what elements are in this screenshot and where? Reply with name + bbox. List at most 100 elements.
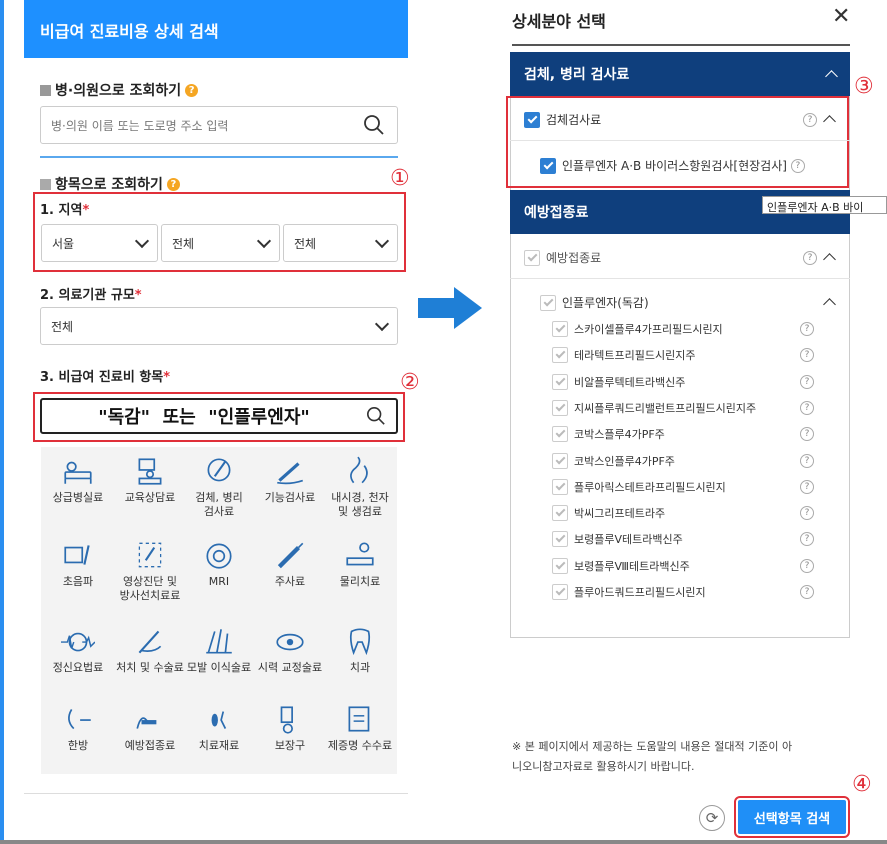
category-hair[interactable]: 모발 이식술료: [184, 625, 254, 675]
category-acupuncture[interactable]: 한방: [43, 703, 113, 753]
nonpay-search-input[interactable]: "독감" 또는 "인플루엔자": [40, 398, 398, 434]
category-tooth[interactable]: 치과: [325, 625, 395, 675]
category-surgery[interactable]: 처치 및 수술료: [115, 625, 185, 675]
close-icon[interactable]: ✕: [832, 4, 850, 29]
vaccine-item[interactable]: 보령플루V테트라백신주?: [552, 531, 814, 548]
checkbox-disabled[interactable]: [552, 531, 568, 548]
checkbox-disabled[interactable]: [552, 321, 568, 337]
bottom-border: [0, 840, 887, 844]
chevron-up-icon[interactable]: [823, 115, 836, 128]
help-icon[interactable]: ?: [803, 112, 817, 127]
checkbox-disabled[interactable]: [524, 249, 540, 266]
tree-item-specimen-test[interactable]: 검체검사료 ?: [524, 111, 840, 128]
help-icon[interactable]: ?: [800, 400, 814, 415]
hospital-search-input[interactable]: 병·의원 이름 또는 도로명 주소 입력: [40, 106, 398, 144]
tree-subitem-influenza-antigen[interactable]: 인플루엔자 A·B 바이러스항원검사[현장검사] ?: [540, 157, 820, 174]
checkbox-disabled[interactable]: [540, 294, 556, 311]
checkbox-checked[interactable]: [540, 157, 556, 174]
category-function-test[interactable]: 기능검사료: [255, 455, 325, 505]
surgery-icon: [138, 630, 162, 654]
category-vaccine[interactable]: 예방접종료: [115, 703, 185, 753]
vaccine-item[interactable]: 보령플루Ⅷ테트라백신주?: [552, 557, 814, 574]
checkbox-disabled[interactable]: [552, 452, 568, 469]
category-label: 시력 교정술료: [257, 661, 323, 674]
chevron-up-icon[interactable]: [823, 253, 836, 266]
category-endoscope[interactable]: 내시경, 천자 및 생검료: [325, 455, 395, 519]
help-icon[interactable]: ?: [800, 532, 814, 547]
group-header-specimen[interactable]: 검체, 병리 검사료: [510, 52, 850, 96]
category-imaging[interactable]: 영상진단 및 방사선치료료: [115, 539, 185, 603]
category-syringe[interactable]: 주사료: [255, 539, 325, 589]
help-icon[interactable]: ?: [800, 322, 814, 336]
checkbox-disabled[interactable]: [552, 399, 568, 416]
checkbox-disabled[interactable]: [552, 347, 568, 364]
help-icon[interactable]: ?: [790, 158, 805, 173]
tree-item-vaccination[interactable]: 예방접종료 ?: [524, 249, 840, 266]
help-icon[interactable]: ?: [800, 374, 814, 389]
marker-1: ①: [390, 166, 410, 191]
check-icon: [555, 375, 565, 386]
help-icon[interactable]: ?: [800, 506, 814, 521]
category-certificate[interactable]: 제증명 수수료: [325, 703, 395, 753]
help-icon[interactable]: ?: [800, 453, 814, 468]
check-icon: [555, 559, 565, 570]
category-ultrasound[interactable]: 초음파: [43, 539, 113, 589]
endoscope-icon: [350, 456, 368, 484]
help-icon[interactable]: ?: [800, 479, 814, 494]
vaccine-item[interactable]: 비알플루텍테트라백신주?: [552, 373, 814, 390]
category-label: 교육상담료: [124, 491, 176, 504]
chevron-up-icon[interactable]: [823, 298, 836, 311]
checkbox-disabled[interactable]: [552, 478, 568, 495]
category-brain[interactable]: 정신요법료: [43, 625, 113, 675]
tree-divider: [510, 278, 850, 279]
checkbox-disabled[interactable]: [552, 373, 568, 390]
help-icon[interactable]: ?: [800, 585, 814, 599]
search-selected-button[interactable]: 선택항목 검색: [734, 796, 850, 838]
category-bed[interactable]: 상급병실료: [43, 455, 113, 505]
chevron-up-icon[interactable]: [825, 69, 838, 83]
left-panel-title: 비급여 진료비용 상세 검색: [40, 22, 219, 41]
search-icon[interactable]: [363, 114, 385, 136]
vaccine-item[interactable]: 박씨그리프테트라주?: [552, 505, 814, 522]
region-select-district[interactable]: 전체: [161, 224, 280, 262]
vaccine-item[interactable]: 플루아드쿼드프리필드시린지?: [552, 584, 814, 600]
help-icon[interactable]: ?: [166, 177, 180, 191]
scale-select[interactable]: 전체: [40, 307, 398, 345]
checkbox-disabled[interactable]: [552, 505, 568, 522]
vaccine-item[interactable]: 코박스플루4가PF주?: [552, 426, 814, 443]
right-title-divider: [512, 44, 850, 46]
region-select-city[interactable]: 서울: [41, 224, 158, 262]
scale-label: 2. 의료기관 규모*: [40, 284, 142, 303]
vaccine-item[interactable]: 플루아릭스테트라프리필드시린지?: [552, 478, 814, 495]
category-eye[interactable]: 시력 교정술료: [255, 625, 325, 675]
category-mri[interactable]: MRI: [184, 539, 254, 589]
vaccine-item-label: 보령플루V테트라백신주: [574, 533, 683, 547]
help-icon[interactable]: ?: [185, 83, 199, 97]
vaccine-item-label: 코박스인플루4가PF주: [574, 454, 675, 468]
help-icon[interactable]: ?: [800, 558, 814, 573]
help-icon[interactable]: ?: [800, 427, 814, 442]
region-select-area[interactable]: 전체: [283, 224, 398, 262]
tree-item-influenza[interactable]: 인플루엔자(독감): [540, 294, 840, 311]
vaccine-item[interactable]: 테라텍트프리필드시린지주?: [552, 347, 814, 364]
category-grid: 상급병실료 교육상담료 검체, 병리 검사료 기능검사료 내시경, 천자 및 생검료초음…: [41, 447, 397, 774]
help-icon[interactable]: ?: [803, 250, 817, 265]
vaccine-item[interactable]: 지씨플루쿼드리밸런트프리필드시린지주?: [552, 399, 814, 416]
category-specimen[interactable]: 검체, 병리 검사료: [184, 455, 254, 519]
checkbox-checked[interactable]: [524, 111, 540, 128]
check-icon: [555, 401, 565, 412]
vaccine-item[interactable]: 코박스인플루4가PF주?: [552, 452, 814, 469]
category-consult[interactable]: 교육상담료: [115, 455, 185, 505]
vaccine-item[interactable]: 스카이셀플루4가프리필드시린지?: [552, 321, 814, 337]
checkbox-disabled[interactable]: [552, 557, 568, 574]
selection-highlight-box: [506, 96, 849, 188]
search-icon[interactable]: [366, 406, 386, 426]
help-icon[interactable]: ?: [800, 348, 814, 363]
reset-icon[interactable]: ⟳: [699, 805, 725, 831]
category-wheelchair[interactable]: 보장구: [255, 703, 325, 753]
category-material[interactable]: 치료재료: [184, 703, 254, 753]
category-physio[interactable]: 물리치료: [325, 539, 395, 589]
checkbox-disabled[interactable]: [552, 584, 568, 600]
checkbox-disabled[interactable]: [552, 426, 568, 443]
category-label: 영상진단 및 방사선치료료: [119, 575, 181, 602]
